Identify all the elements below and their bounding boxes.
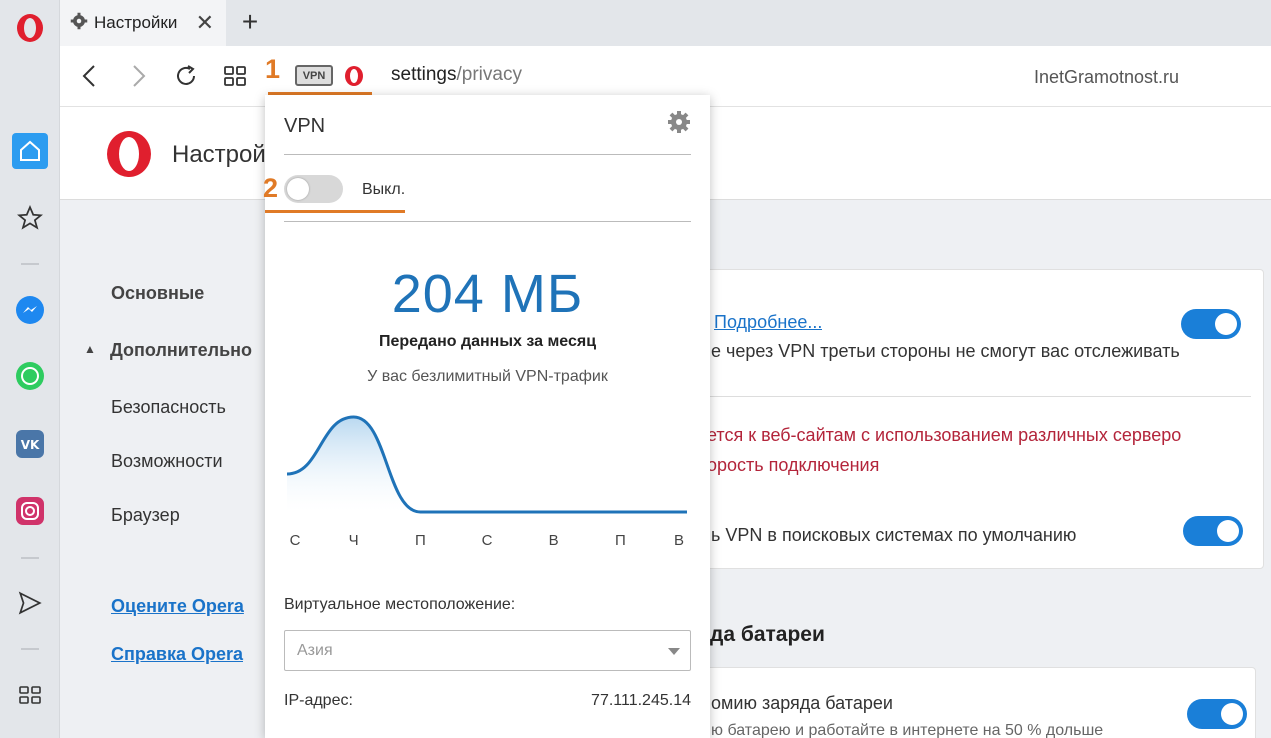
help-opera-link[interactable]: Справка Opera: [111, 644, 243, 665]
location-value: Азия: [297, 641, 333, 659]
svg-text:VK: VK: [21, 438, 40, 452]
sidebar-separator: [21, 263, 39, 265]
nav-basic[interactable]: Основные: [111, 283, 204, 304]
tabs-grid-icon[interactable]: [219, 60, 251, 92]
back-icon[interactable]: [74, 60, 106, 92]
forward-icon[interactable]: [122, 60, 154, 92]
traffic-unlimited-note: У вас безлимитный VPN-трафик: [367, 368, 608, 385]
chart-tick-label: П: [415, 532, 426, 549]
vpn-enable-toggle[interactable]: [1181, 309, 1241, 339]
battery-saver-toggle[interactable]: [1187, 699, 1247, 729]
chart-tick-label: В: [549, 532, 559, 549]
annotation-underline-2: [265, 210, 405, 213]
vpn-state-label: Выкл.: [362, 181, 406, 198]
chart-tick-label: С: [290, 532, 301, 549]
chart-x-ticks: СЧПСВПВ: [290, 532, 684, 549]
nav-features[interactable]: Возможности: [111, 451, 223, 472]
bookmarks-star-icon[interactable]: [12, 200, 48, 236]
location-label: Виртуальное местоположение:: [284, 596, 516, 613]
vpn-popup-title: VPN: [284, 115, 326, 137]
vpn-warning-line-1: ется к веб-сайтам с использованием разли…: [707, 425, 1182, 445]
gear-icon: [70, 12, 88, 35]
chart-tick-label: С: [482, 532, 493, 549]
vpn-search-option: ь VPN в поисковых системах по умолчанию: [711, 525, 1077, 545]
vpn-badge-button[interactable]: VPN: [295, 65, 333, 86]
site-watermark: InetGramotnost.ru: [1034, 67, 1180, 87]
location-select[interactable]: Азия: [284, 630, 691, 671]
opera-logo-icon: [104, 129, 154, 184]
annotation-2: 2: [263, 173, 279, 203]
gear-icon[interactable]: [667, 110, 691, 134]
card-divider: [709, 396, 1251, 397]
nav-browser[interactable]: Браузер: [111, 505, 180, 526]
popup-divider: [284, 221, 691, 222]
opera-menu-icon[interactable]: [12, 10, 48, 46]
close-icon[interactable]: ✕: [196, 12, 214, 34]
opera-sidebar: VK: [0, 0, 60, 738]
chart-area: [287, 417, 687, 512]
vpn-description: е через VPN третьи стороны не смогут вас…: [711, 341, 1180, 361]
chevron-down-icon: [668, 648, 680, 655]
tab-title: Настройки: [94, 13, 178, 32]
battery-card: омию заряда батареи ю батарею и работайт…: [620, 667, 1256, 738]
battery-description: ю батарею и работайте в интернете на 50 …: [711, 722, 1104, 738]
vpn-search-toggle[interactable]: [1183, 516, 1243, 546]
tab-settings[interactable]: Настройки ✕: [60, 0, 226, 46]
extensions-grid-icon[interactable]: [12, 677, 48, 713]
battery-saver-option: омию заряда батареи: [711, 693, 893, 713]
rate-opera-link[interactable]: Оцените Opera: [111, 596, 244, 617]
vk-icon[interactable]: VK: [12, 426, 48, 462]
ip-value: 77.111.245.14: [591, 692, 691, 709]
home-icon[interactable]: [12, 133, 48, 169]
traffic-amount: 204 МБ: [391, 264, 584, 324]
vpn-settings-card: Подробнее... е через VPN третьи стороны …: [620, 269, 1264, 569]
ip-label: IP-адрес:: [284, 692, 353, 709]
instagram-icon[interactable]: [12, 493, 48, 529]
sidebar-separator: [21, 648, 39, 650]
url-field[interactable]: settings/privacy: [391, 64, 522, 86]
traffic-chart: СЧПСВПВ: [287, 415, 687, 549]
vpn-popup: VPN 2 Выкл. 204 МБ Передано данных за ме…: [263, 95, 710, 738]
nav-advanced[interactable]: Дополнительно: [110, 340, 252, 361]
vpn-more-link[interactable]: Подробнее...: [714, 312, 822, 333]
url-path: /privacy: [456, 64, 522, 85]
messenger-icon[interactable]: [12, 292, 48, 328]
reload-icon[interactable]: [170, 60, 202, 92]
popup-divider: [284, 154, 691, 155]
vpn-power-toggle[interactable]: [284, 175, 343, 203]
nav-security[interactable]: Безопасность: [111, 397, 226, 418]
tab-bar: Настройки ✕ +: [60, 0, 1271, 46]
collapse-arrow-icon[interactable]: ▲: [84, 342, 96, 356]
chart-tick-label: П: [615, 532, 626, 549]
whatsapp-icon[interactable]: [12, 358, 48, 394]
battery-section-title: да батареи: [710, 623, 825, 646]
annotation-1: 1: [265, 54, 281, 84]
url-host: settings: [391, 64, 457, 85]
opera-security-icon: [338, 60, 370, 92]
traffic-label: Передано данных за месяц: [378, 333, 597, 350]
chart-tick-label: Ч: [349, 532, 359, 549]
new-tab-button[interactable]: +: [236, 8, 264, 38]
vpn-warning-line-2: орость подключения: [707, 455, 880, 475]
chart-tick-label: В: [674, 532, 684, 549]
send-flow-icon[interactable]: [12, 585, 48, 621]
sidebar-separator: [21, 557, 39, 559]
